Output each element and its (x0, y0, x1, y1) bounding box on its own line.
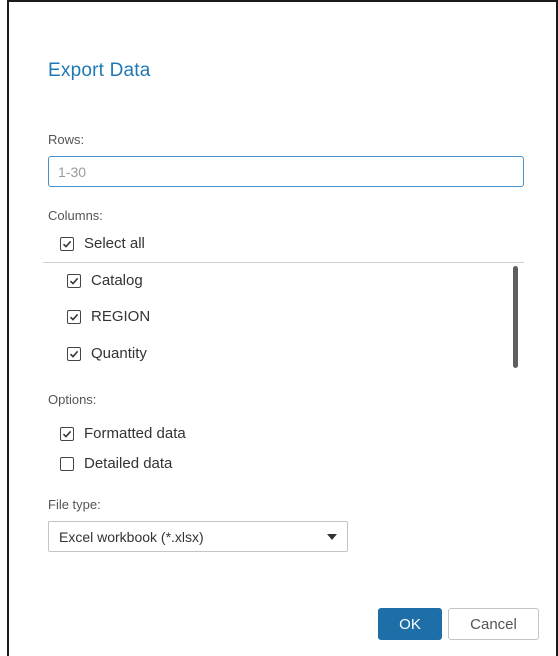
formatted-data-label: Formatted data (84, 425, 186, 442)
checkbox-checked-icon[interactable] (67, 309, 81, 324)
cancel-button[interactable]: Cancel (448, 608, 539, 640)
column-item-region[interactable]: REGION (67, 308, 150, 325)
detailed-data-checkbox[interactable]: Detailed data (60, 455, 172, 472)
rows-label: Rows: (48, 132, 85, 147)
checkbox-checked-icon[interactable] (60, 236, 74, 251)
column-item-label: REGION (91, 308, 151, 325)
select-all-label: Select all (84, 235, 145, 252)
options-label: Options: (48, 392, 97, 407)
detailed-data-label: Detailed data (84, 455, 173, 472)
column-item-catalog[interactable]: Catalog (67, 272, 143, 289)
checkbox-checked-icon[interactable] (60, 426, 74, 441)
select-all-checkbox[interactable]: Select all (60, 235, 145, 252)
column-item-quantity[interactable]: Quantity (67, 345, 147, 362)
column-item-label: Quantity (91, 345, 147, 362)
triangle-down-icon (327, 533, 337, 540)
file-type-value: Excel workbook (*.xlsx) (59, 528, 204, 545)
scrollbar-thumb[interactable] (513, 266, 518, 368)
file-type-label: File type: (48, 497, 101, 512)
ok-button[interactable]: OK (378, 608, 442, 640)
formatted-data-checkbox[interactable]: Formatted data (60, 425, 186, 442)
dialog-title: Export Data (48, 60, 151, 81)
columns-scrollbar[interactable] (512, 264, 520, 370)
file-type-select[interactable]: Excel workbook (*.xlsx) (48, 521, 348, 552)
export-data-dialog: Export Data Rows: Columns: Select all Ca… (7, 0, 558, 656)
checkbox-unchecked-icon[interactable] (60, 456, 74, 471)
rows-input[interactable] (48, 156, 524, 187)
checkbox-checked-icon[interactable] (67, 273, 81, 288)
checkbox-checked-icon[interactable] (67, 346, 81, 361)
columns-label: Columns: (48, 208, 103, 223)
column-item-label: Catalog (91, 272, 143, 289)
